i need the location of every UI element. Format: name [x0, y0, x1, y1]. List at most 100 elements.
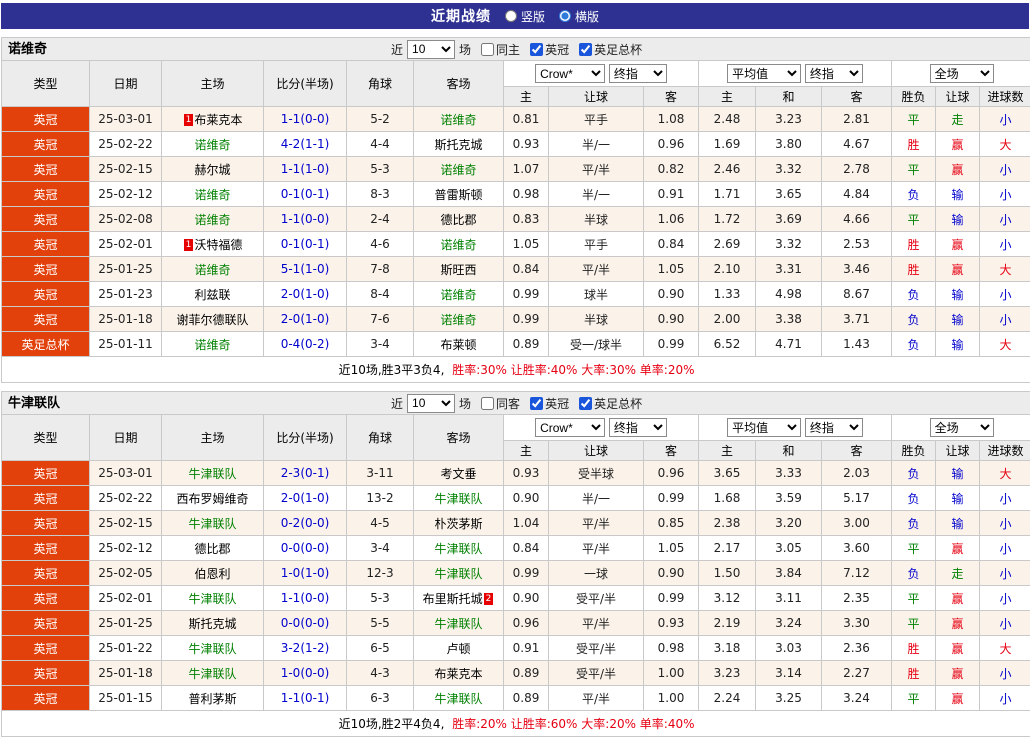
fa-cup-checkbox[interactable]	[579, 43, 592, 56]
away-team-name[interactable]: 卢顿	[446, 642, 470, 656]
home-team-name[interactable]: 伯恩利	[194, 567, 230, 581]
odds-time-select[interactable]: 终指	[609, 418, 667, 437]
league-type-badge: 英冠	[2, 282, 90, 307]
recent-count-select[interactable]: 10	[407, 394, 455, 413]
home-team-name[interactable]: 诺维奇	[194, 263, 230, 277]
home-team-name[interactable]: 西布罗姆维奇	[176, 492, 248, 506]
odds-company-select[interactable]: Crow*	[535, 64, 605, 83]
away-team-cell: 诺维奇	[414, 232, 504, 257]
home-team-cell: 斯托克城	[162, 611, 264, 636]
col-result: 胜负	[892, 441, 936, 461]
home-team-name[interactable]: 普利茅斯	[188, 692, 236, 706]
same-home-checkbox[interactable]	[481, 43, 494, 56]
filter-same-home[interactable]: 同主	[481, 41, 520, 58]
away-team-name[interactable]: 布里斯托城	[423, 592, 483, 606]
col-odds-home: 主	[504, 441, 549, 461]
filter-championship[interactable]: 英冠	[530, 41, 569, 58]
away-team-name[interactable]: 诺维奇	[440, 288, 476, 302]
away-team-name[interactable]: 牛津联队	[434, 567, 482, 581]
filter-fa-cup[interactable]: 英足总杯	[579, 41, 642, 58]
away-team-name[interactable]: 诺维奇	[440, 313, 476, 327]
avg-away: 2.36	[822, 636, 892, 661]
championship-checkbox[interactable]	[530, 397, 543, 410]
layout-option-vertical[interactable]: 竖版	[505, 8, 545, 25]
odds-time-select[interactable]: 终指	[609, 64, 667, 83]
away-team-name[interactable]: 牛津联队	[434, 492, 482, 506]
home-team-name[interactable]: 牛津联队	[188, 467, 236, 481]
match-score: 0-2(0-0)	[264, 511, 347, 536]
avg-draw: 3.33	[756, 461, 822, 486]
championship-checkbox[interactable]	[530, 43, 543, 56]
filter-championship[interactable]: 英冠	[530, 395, 569, 412]
home-team-name[interactable]: 赫尔城	[194, 163, 230, 177]
home-team-name[interactable]: 沃特福德	[194, 238, 242, 252]
away-team-name[interactable]: 斯托克城	[434, 138, 482, 152]
match-row: 英冠25-02-12德比郡0-0(0-0)3-4牛津联队0.84平/半1.052…	[2, 536, 1030, 561]
home-team-name[interactable]: 利兹联	[194, 288, 230, 302]
away-team-name[interactable]: 普雷斯顿	[434, 188, 482, 202]
col-home: 主场	[162, 61, 264, 107]
avg-home: 1.68	[699, 486, 756, 511]
scope-select[interactable]: 全场	[930, 418, 994, 437]
avg-odds-select[interactable]: 平均值	[727, 418, 801, 437]
home-team-name[interactable]: 诺维奇	[194, 138, 230, 152]
avg-draw: 3.32	[756, 157, 822, 182]
avg-time-select[interactable]: 终指	[805, 418, 863, 437]
header-row-main: 类型 日期 主场 比分(半场) 角球 客场 Crow* 终指 平均值 终指 全场	[2, 415, 1030, 441]
away-team-name[interactable]: 诺维奇	[440, 163, 476, 177]
home-team-name[interactable]: 诺维奇	[194, 213, 230, 227]
layout-option-horizontal[interactable]: 横版	[559, 8, 599, 25]
horizontal-radio[interactable]	[559, 10, 571, 22]
match-date: 25-02-08	[90, 207, 162, 232]
away-team-name[interactable]: 斯旺西	[440, 263, 476, 277]
home-team-cell: 牛津联队	[162, 636, 264, 661]
away-team-cell: 德比郡	[414, 207, 504, 232]
home-team-name[interactable]: 谢菲尔德联队	[176, 313, 248, 327]
home-team-name[interactable]: 牛津联队	[188, 667, 236, 681]
away-team-name[interactable]: 诺维奇	[440, 113, 476, 127]
home-team-name[interactable]: 诺维奇	[194, 338, 230, 352]
home-team-name[interactable]: 牛津联队	[188, 517, 236, 531]
home-team-cell: 诺维奇	[162, 132, 264, 157]
filter-fa-cup[interactable]: 英足总杯	[579, 395, 642, 412]
home-team-name[interactable]: 牛津联队	[188, 642, 236, 656]
avg-time-select[interactable]: 终指	[805, 64, 863, 83]
away-team-name[interactable]: 牛津联队	[434, 617, 482, 631]
away-team-name[interactable]: 牛津联队	[434, 542, 482, 556]
home-team-name[interactable]: 布莱克本	[194, 113, 242, 127]
odds-handicap: 受平/半	[549, 586, 644, 611]
away-team-name[interactable]: 德比郡	[440, 213, 476, 227]
away-team-name[interactable]: 考文垂	[440, 467, 476, 481]
away-team-name[interactable]: 布莱顿	[440, 338, 476, 352]
away-team-name[interactable]: 布莱克本	[434, 667, 482, 681]
home-team-name[interactable]: 牛津联队	[188, 592, 236, 606]
filter-same-away[interactable]: 同客	[481, 395, 520, 412]
odds-home: 0.93	[504, 132, 549, 157]
result-outcome: 胜	[892, 132, 936, 157]
odds-company-select[interactable]: Crow*	[535, 418, 605, 437]
away-team-name[interactable]: 朴茨茅斯	[434, 517, 482, 531]
odds-handicap: 平/半	[549, 536, 644, 561]
avg-home: 3.18	[699, 636, 756, 661]
avg-home: 3.23	[699, 661, 756, 686]
col-away: 客场	[414, 415, 504, 461]
result-goals: 大	[980, 461, 1030, 486]
scope-select[interactable]: 全场	[930, 64, 994, 83]
away-team-name[interactable]: 诺维奇	[440, 238, 476, 252]
vertical-radio[interactable]	[505, 10, 517, 22]
result-goals: 大	[980, 257, 1030, 282]
home-team-name[interactable]: 斯托克城	[188, 617, 236, 631]
avg-draw: 3.38	[756, 307, 822, 332]
away-team-name[interactable]: 牛津联队	[434, 692, 482, 706]
home-team-name[interactable]: 诺维奇	[194, 188, 230, 202]
home-team-name[interactable]: 德比郡	[194, 542, 230, 556]
avg-draw: 3.14	[756, 661, 822, 686]
avg-draw: 3.03	[756, 636, 822, 661]
same-away-checkbox[interactable]	[481, 397, 494, 410]
fa-cup-checkbox[interactable]	[579, 397, 592, 410]
avg-home: 2.00	[699, 307, 756, 332]
recent-count-select[interactable]: 10	[407, 40, 455, 59]
avg-odds-select[interactable]: 平均值	[727, 64, 801, 83]
corner-score: 2-4	[347, 207, 414, 232]
odds-away: 0.96	[644, 132, 699, 157]
